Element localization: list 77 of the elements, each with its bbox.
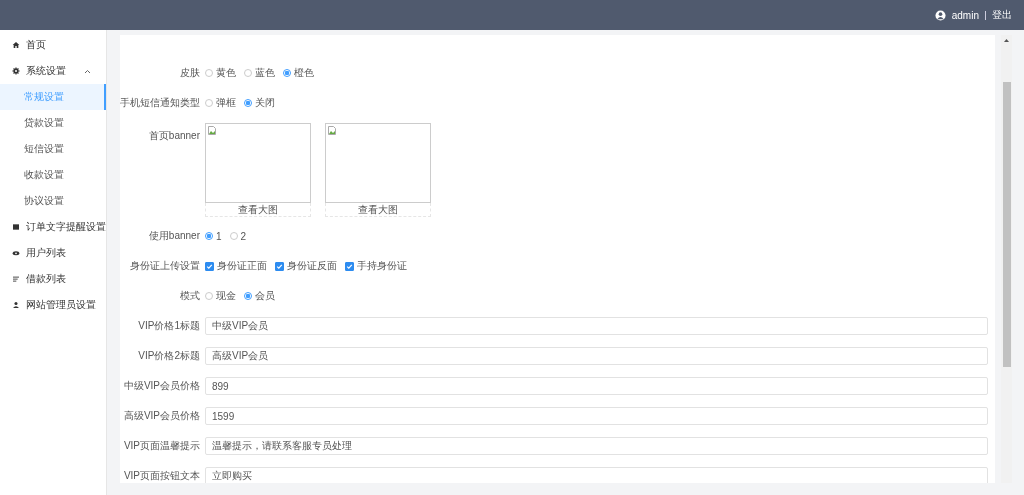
field-label: VIP价格2标题 — [137, 349, 201, 363]
sidebar-item[interactable]: 用户列表 — [0, 240, 106, 266]
input-field[interactable]: 1599 — [205, 407, 988, 425]
field-label: VIP页面按钮文本 — [122, 469, 201, 483]
input-field[interactable]: 高级VIP会员 — [205, 347, 988, 365]
field-label: 模式 — [179, 289, 201, 303]
option-label: 身份证正面 — [217, 259, 267, 273]
broken-image-icon — [328, 126, 336, 135]
field-label: VIP价格1标题 — [137, 319, 201, 333]
field-label: 中级VIP会员价格 — [122, 379, 201, 393]
square-icon — [12, 223, 20, 231]
radio-button[interactable] — [244, 69, 252, 77]
field-label: 身份证上传设置 — [129, 259, 201, 273]
scrollbar-thumb[interactable] — [1002, 82, 1011, 367]
radio-button[interactable] — [205, 99, 213, 107]
logout-link[interactable]: 登出 — [992, 8, 1012, 22]
field-label: 使用banner — [147, 229, 201, 243]
settings-icon — [12, 67, 20, 75]
home-icon — [12, 41, 20, 49]
option-label: 关闭 — [255, 96, 275, 110]
scrollbar[interactable] — [1001, 35, 1012, 483]
input-field[interactable]: 立即购买 — [205, 467, 988, 483]
radio-option[interactable]: 2 — [229, 230, 247, 242]
option-label: 1 — [216, 230, 222, 242]
field-label: 高级VIP会员价格 — [122, 409, 201, 423]
radio-button[interactable] — [205, 69, 213, 77]
radio-option[interactable]: 关闭 — [244, 96, 275, 110]
user-avatar-icon — [934, 9, 946, 21]
radio-button[interactable] — [244, 292, 252, 300]
checkbox[interactable] — [345, 261, 354, 271]
sidebar-item[interactable]: 网站管理员设置 — [0, 292, 106, 318]
option-label: 弹框 — [216, 96, 236, 110]
option-label: 2 — [240, 230, 247, 242]
radio-option[interactable]: 蓝色 — [244, 66, 275, 80]
checkbox[interactable] — [275, 261, 284, 271]
option-label: 黄色 — [216, 66, 236, 80]
person-icon — [12, 301, 20, 309]
radio-button[interactable] — [205, 232, 213, 240]
radio-option[interactable]: 黄色 — [205, 66, 236, 80]
option-label: 会员 — [255, 289, 275, 303]
option-label: 蓝色 — [255, 66, 275, 80]
radio-button[interactable] — [229, 232, 238, 240]
sidebar-subitem[interactable]: 收款设置 — [0, 162, 106, 188]
option-label: 身份证反面 — [287, 259, 337, 273]
radio-button[interactable] — [244, 99, 252, 107]
radio-option[interactable]: 1 — [205, 230, 222, 242]
field-label: 手机短信通知类型 — [120, 96, 201, 110]
broken-image-icon — [208, 126, 216, 135]
username[interactable]: admin — [951, 9, 979, 21]
list-icon — [12, 275, 20, 283]
input-field[interactable]: 899 — [205, 377, 988, 395]
sidebar-item[interactable]: 系统设置 — [0, 58, 106, 84]
option-label: 橙色 — [294, 66, 314, 80]
field-label: 皮肤 — [179, 66, 201, 80]
checkbox[interactable] — [205, 261, 214, 271]
sidebar-subitem[interactable]: 贷款设置 — [0, 110, 106, 136]
input-field[interactable]: 中级VIP会员 — [205, 317, 988, 335]
eye-icon — [12, 249, 20, 257]
field-label: VIP页面温馨提示 — [122, 439, 201, 453]
radio-option[interactable]: 现金 — [205, 289, 236, 303]
sidebar-subitem[interactable]: 短信设置 — [0, 136, 106, 162]
sidebar-item[interactable]: 订单文字提醒设置 — [0, 214, 106, 240]
radio-option[interactable]: 会员 — [244, 289, 275, 303]
radio-option[interactable]: 弹框 — [205, 96, 236, 110]
view-large-link[interactable]: 查看大图 — [325, 203, 431, 217]
sidebar-item[interactable]: 首页 — [0, 32, 106, 58]
option-label: 手持身份证 — [357, 259, 407, 273]
field-label: 首页banner — [147, 129, 201, 143]
sidebar-item[interactable]: 借款列表 — [0, 266, 106, 292]
radio-button[interactable] — [283, 69, 291, 77]
input-field[interactable]: 温馨提示，请联系客服专员处理 — [205, 437, 988, 455]
radio-button[interactable] — [205, 292, 213, 300]
view-large-link[interactable]: 查看大图 — [205, 203, 311, 217]
sidebar-subitem[interactable]: 协议设置 — [0, 188, 106, 214]
scroll-up-icon[interactable] — [1004, 39, 1009, 42]
radio-option[interactable]: 橙色 — [283, 66, 314, 80]
option-label: 现金 — [216, 289, 236, 303]
